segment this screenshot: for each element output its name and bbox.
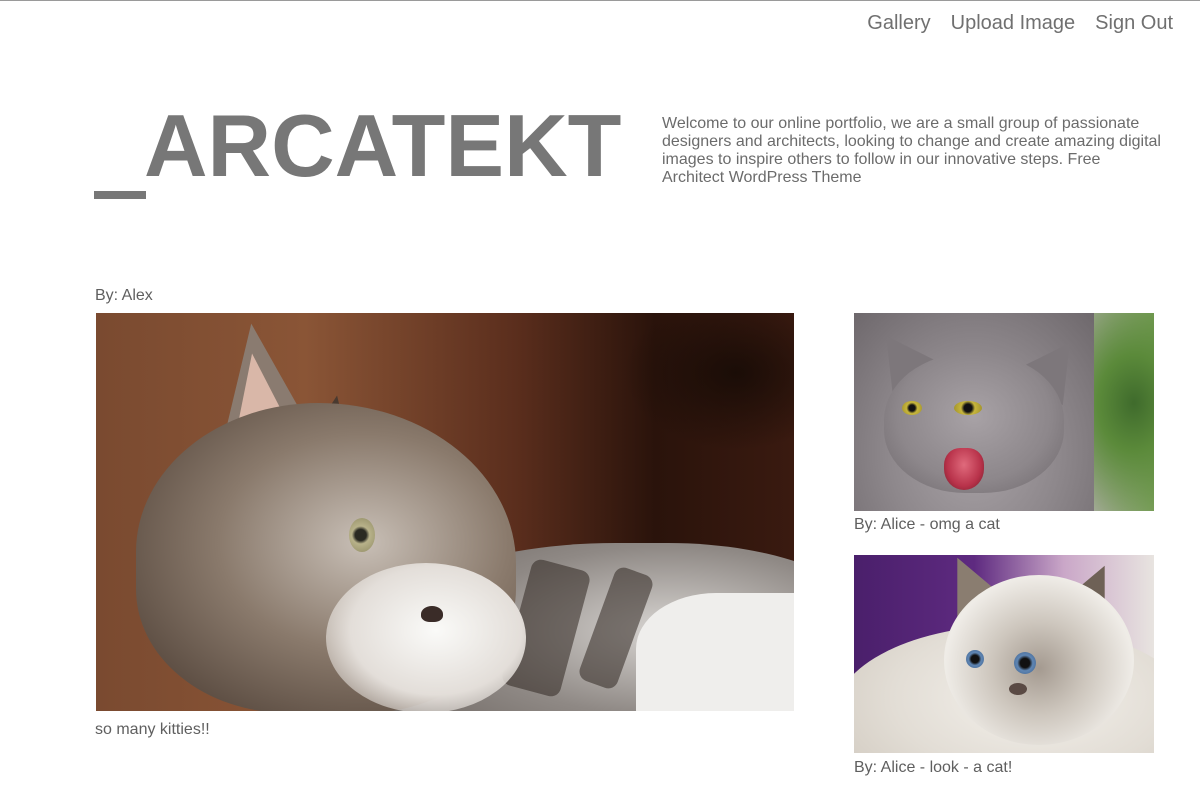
site-logo[interactable]: ARCATEKT [94, 96, 639, 204]
photo-detail [944, 448, 984, 490]
logo-underscore [94, 191, 146, 199]
photo-detail [421, 606, 443, 622]
photo-detail [902, 401, 922, 415]
photo-detail [954, 401, 982, 415]
photo-detail [966, 650, 984, 668]
angry-grey-cat-photo[interactable] [854, 313, 1154, 511]
main-cat-photo[interactable] [96, 313, 794, 711]
main-post-author: By: Alex [95, 287, 153, 304]
top-border [0, 0, 1200, 1]
intro-text: Welcome to our online portfolio, we are … [662, 115, 1161, 186]
logo-text: ARCATEKT [144, 96, 622, 195]
side-post-caption: By: Alice - omg a cat [854, 516, 1000, 533]
side-post-caption: By: Alice - look - a cat! [854, 759, 1013, 776]
fluffy-white-cat-photo[interactable] [854, 555, 1154, 753]
top-nav: Gallery Upload Image Sign Out [867, 12, 1173, 35]
photo-detail [636, 593, 794, 711]
photo-detail [1014, 652, 1036, 674]
main-post-caption: so many kitties!! [95, 721, 210, 738]
photo-detail [1009, 683, 1027, 695]
nav-gallery-link[interactable]: Gallery [867, 12, 930, 35]
photo-detail [326, 563, 526, 711]
photo-detail [349, 518, 375, 552]
nav-sign-out-link[interactable]: Sign Out [1095, 12, 1173, 35]
nav-upload-image-link[interactable]: Upload Image [951, 12, 1076, 35]
